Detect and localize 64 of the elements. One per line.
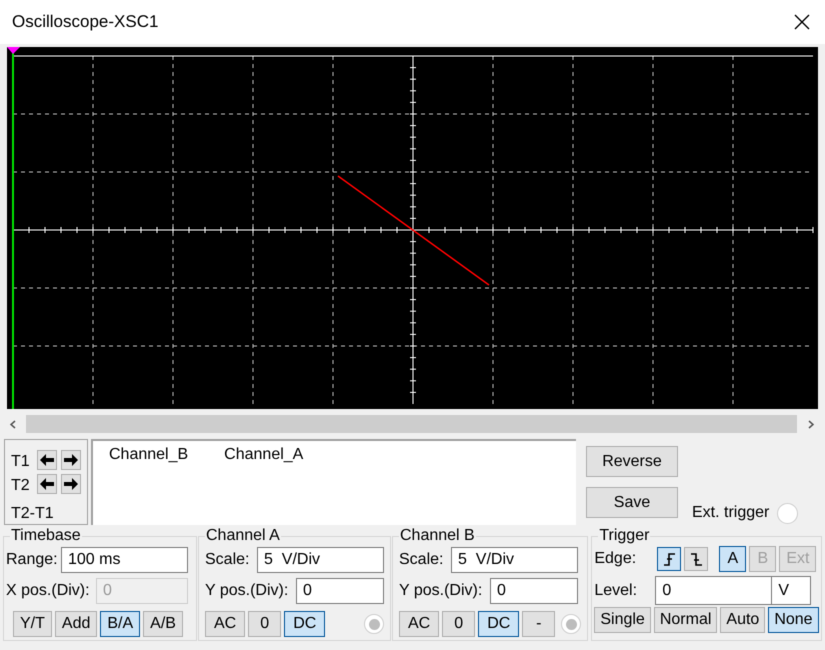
input-field[interactable]: V bbox=[772, 576, 812, 605]
toggle-button[interactable]: 0 bbox=[248, 611, 282, 637]
falling-edge-icon bbox=[690, 552, 703, 566]
field-label: Scale: bbox=[398, 550, 444, 570]
field-label: Y pos.(Div): bbox=[204, 581, 290, 601]
toggle-button[interactable]: Add bbox=[54, 611, 98, 637]
cursor-difference-label: T2-T1 bbox=[11, 504, 55, 524]
cursor-label: T1 bbox=[11, 452, 31, 472]
cursor-right-button[interactable] bbox=[61, 450, 81, 470]
toggle-button[interactable]: AC bbox=[205, 611, 246, 637]
arrow-right-icon bbox=[64, 478, 78, 490]
toggle-button[interactable]: - bbox=[522, 611, 556, 637]
chevron-right-icon bbox=[808, 420, 814, 428]
toggle-button[interactable]: None bbox=[768, 607, 819, 633]
field-label: Level: bbox=[594, 580, 638, 600]
toggle-button[interactable]: 0 bbox=[442, 611, 476, 637]
toggle-button[interactable]: Y/T bbox=[13, 611, 52, 637]
input-field[interactable]: 5 V/Div bbox=[451, 547, 578, 573]
cursor-marker-icon[interactable] bbox=[7, 47, 20, 54]
close-icon bbox=[794, 14, 810, 30]
toggle-button[interactable]: Normal bbox=[654, 607, 718, 633]
group-title: Channel A bbox=[205, 527, 281, 545]
group-title: Trigger bbox=[598, 527, 650, 545]
field-label: Y pos.(Div): bbox=[398, 581, 484, 601]
arrow-right-icon bbox=[64, 454, 78, 466]
input-field[interactable]: 0 bbox=[655, 576, 772, 605]
cursor-label: T2 bbox=[11, 476, 31, 496]
arrow-left-icon bbox=[40, 454, 54, 466]
toggle-button[interactable]: B/A bbox=[100, 611, 140, 637]
field-label: X pos.(Div): bbox=[6, 581, 91, 601]
cursor-right-button[interactable] bbox=[61, 474, 81, 494]
toggle-button[interactable]: A bbox=[719, 546, 746, 572]
field-label: Edge: bbox=[594, 549, 638, 569]
field-label: Scale: bbox=[204, 550, 250, 570]
input-field[interactable]: 0 bbox=[490, 578, 578, 604]
toggle-button[interactable]: DC bbox=[478, 611, 520, 637]
arrow-left-icon bbox=[40, 478, 54, 490]
chevron-left-icon bbox=[10, 420, 16, 428]
input-field[interactable]: 5 V/Div bbox=[257, 547, 384, 573]
field-label: Range: bbox=[6, 550, 59, 570]
input-field[interactable]: 0 bbox=[296, 578, 384, 604]
cursor-left-button[interactable] bbox=[37, 450, 57, 470]
toggle-button[interactable]: A/B bbox=[143, 611, 183, 637]
edge-button[interactable] bbox=[657, 547, 682, 571]
toggle-button[interactable]: AC bbox=[399, 611, 440, 637]
column-header: Channel_A bbox=[224, 445, 304, 463]
toggle-button[interactable]: Single bbox=[594, 607, 651, 633]
scrollbar-thumb[interactable] bbox=[26, 415, 797, 433]
toggle-button[interactable]: Auto bbox=[720, 607, 766, 633]
group-title: Channel B bbox=[399, 527, 476, 545]
action-button[interactable]: Save bbox=[586, 487, 678, 518]
ext-trigger-label: Ext. trigger bbox=[692, 503, 770, 523]
action-button[interactable]: Reverse bbox=[586, 446, 678, 477]
ext-trigger-indicator bbox=[777, 502, 798, 524]
window-title: Oscilloscope-XSC1 bbox=[12, 11, 158, 34]
rising-edge-icon bbox=[662, 552, 676, 566]
input-field[interactable]: 100 ms bbox=[61, 547, 188, 573]
edge-button[interactable] bbox=[684, 547, 708, 571]
channel-indicator bbox=[561, 614, 582, 634]
toggle-button[interactable]: DC bbox=[284, 611, 326, 637]
channel-indicator bbox=[364, 614, 384, 634]
column-header: Channel_B bbox=[109, 445, 188, 463]
group-title: Timebase bbox=[10, 527, 82, 545]
cursor-left-button[interactable] bbox=[37, 474, 57, 494]
